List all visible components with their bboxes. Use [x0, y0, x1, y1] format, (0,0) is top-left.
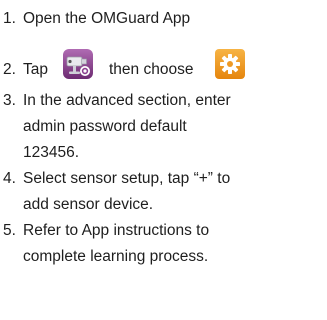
step-line: then choose	[109, 61, 194, 78]
step-line: Tap	[23, 61, 48, 78]
step-line: Select sensor setup, tap “+” to	[23, 170, 231, 187]
step-number: 3.	[3, 92, 16, 109]
step-line: 123456.	[23, 144, 80, 161]
camera-settings-icon	[62, 48, 94, 80]
step-text: In the advanced section, enter admin pas…	[23, 88, 327, 166]
step-line: Open the OMGuard App	[23, 10, 191, 27]
step-text: Select sensor setup, tap “+” to add sens…	[23, 166, 327, 218]
step-number: 2.	[3, 61, 16, 78]
gear-settings-icon	[214, 48, 246, 80]
step-line: admin password default	[23, 118, 187, 135]
step-number: 4.	[3, 170, 16, 187]
step-number: 5.	[3, 222, 16, 239]
step-text: Refer to App instructions to complete le…	[23, 218, 327, 270]
step-line: add sensor device.	[23, 196, 154, 213]
step-line: complete learning process.	[23, 248, 209, 265]
step-line: Refer to App instructions to	[23, 222, 210, 239]
step-line: In the advanced section, enter	[23, 92, 231, 109]
step-text: Open the OMGuard App	[23, 6, 327, 32]
step-number: 1.	[3, 10, 16, 27]
